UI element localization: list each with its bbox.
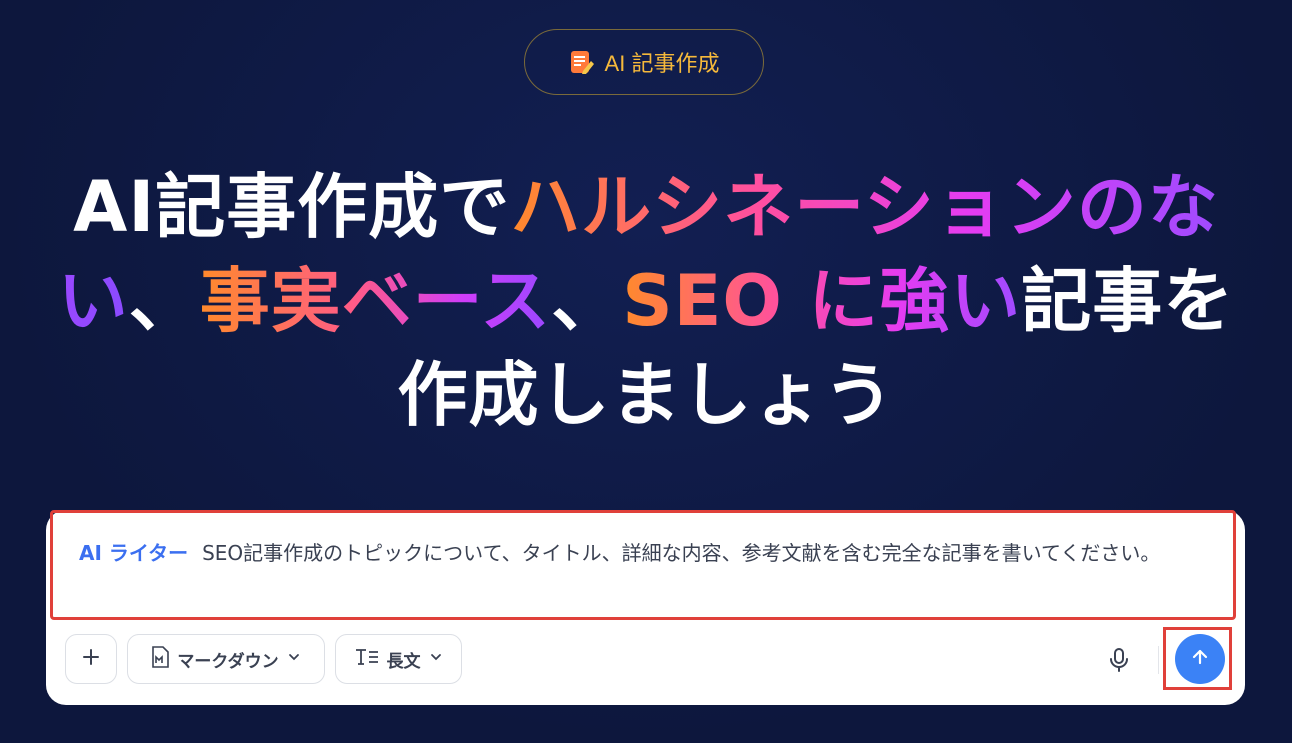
headline-text: AI記事作成で <box>73 166 511 248</box>
headline-line-1: AI記事作成でハルシネーションのな <box>40 160 1252 254</box>
headline-text: 記事を <box>1021 260 1235 342</box>
format-select[interactable]: マークダウン <box>127 634 325 684</box>
prompt-card: AI ライター SEO記事作成のトピックについて、タイトル、詳細な内容、参考文献を… <box>46 510 1245 705</box>
headline-highlight: い <box>57 260 129 342</box>
headline-highlight: 事実ベース <box>199 260 552 342</box>
length-select[interactable]: 長文 <box>335 634 462 684</box>
toolbar-divider <box>1158 646 1159 674</box>
length-label: 長文 <box>386 651 421 672</box>
badge-label: AI 記事作成 <box>604 51 720 76</box>
prompt-text: SEO記事作成のトピックについて、タイトル、詳細な内容、参考文献を含む完全な記事… <box>202 541 1161 565</box>
edit-note-icon <box>569 49 595 75</box>
headline-highlight: SEO に強い <box>622 260 1022 342</box>
format-label: マークダウン <box>177 651 279 672</box>
headline-highlight: ハルシネーションのな <box>510 166 1219 248</box>
headline-text: 、 <box>551 260 623 342</box>
plus-icon <box>81 647 101 672</box>
text-length-icon <box>355 647 379 672</box>
ai-article-badge[interactable]: AI 記事作成 <box>524 29 764 95</box>
send-button[interactable] <box>1175 634 1225 684</box>
headline-line-3: 作成しましょう <box>40 348 1252 442</box>
chevron-down-icon <box>287 649 301 669</box>
headline-line-2: い、事実ベース、SEO に強い記事を <box>40 254 1252 348</box>
chevron-down-icon <box>429 649 443 669</box>
prompt-input[interactable]: AI ライター SEO記事作成のトピックについて、タイトル、詳細な内容、参考文献を… <box>50 510 1236 620</box>
headline-text: 作成しましょう <box>397 354 895 436</box>
prompt-tag: AI ライター <box>79 541 189 565</box>
microphone-icon[interactable] <box>1108 647 1130 673</box>
add-button[interactable] <box>65 634 117 684</box>
page-headline: AI記事作成でハルシネーションのな い、事実ベース、SEO に強い記事を 作成し… <box>40 160 1252 442</box>
markdown-file-icon <box>151 645 170 673</box>
arrow-up-icon <box>1190 647 1210 671</box>
headline-text: 、 <box>128 260 200 342</box>
